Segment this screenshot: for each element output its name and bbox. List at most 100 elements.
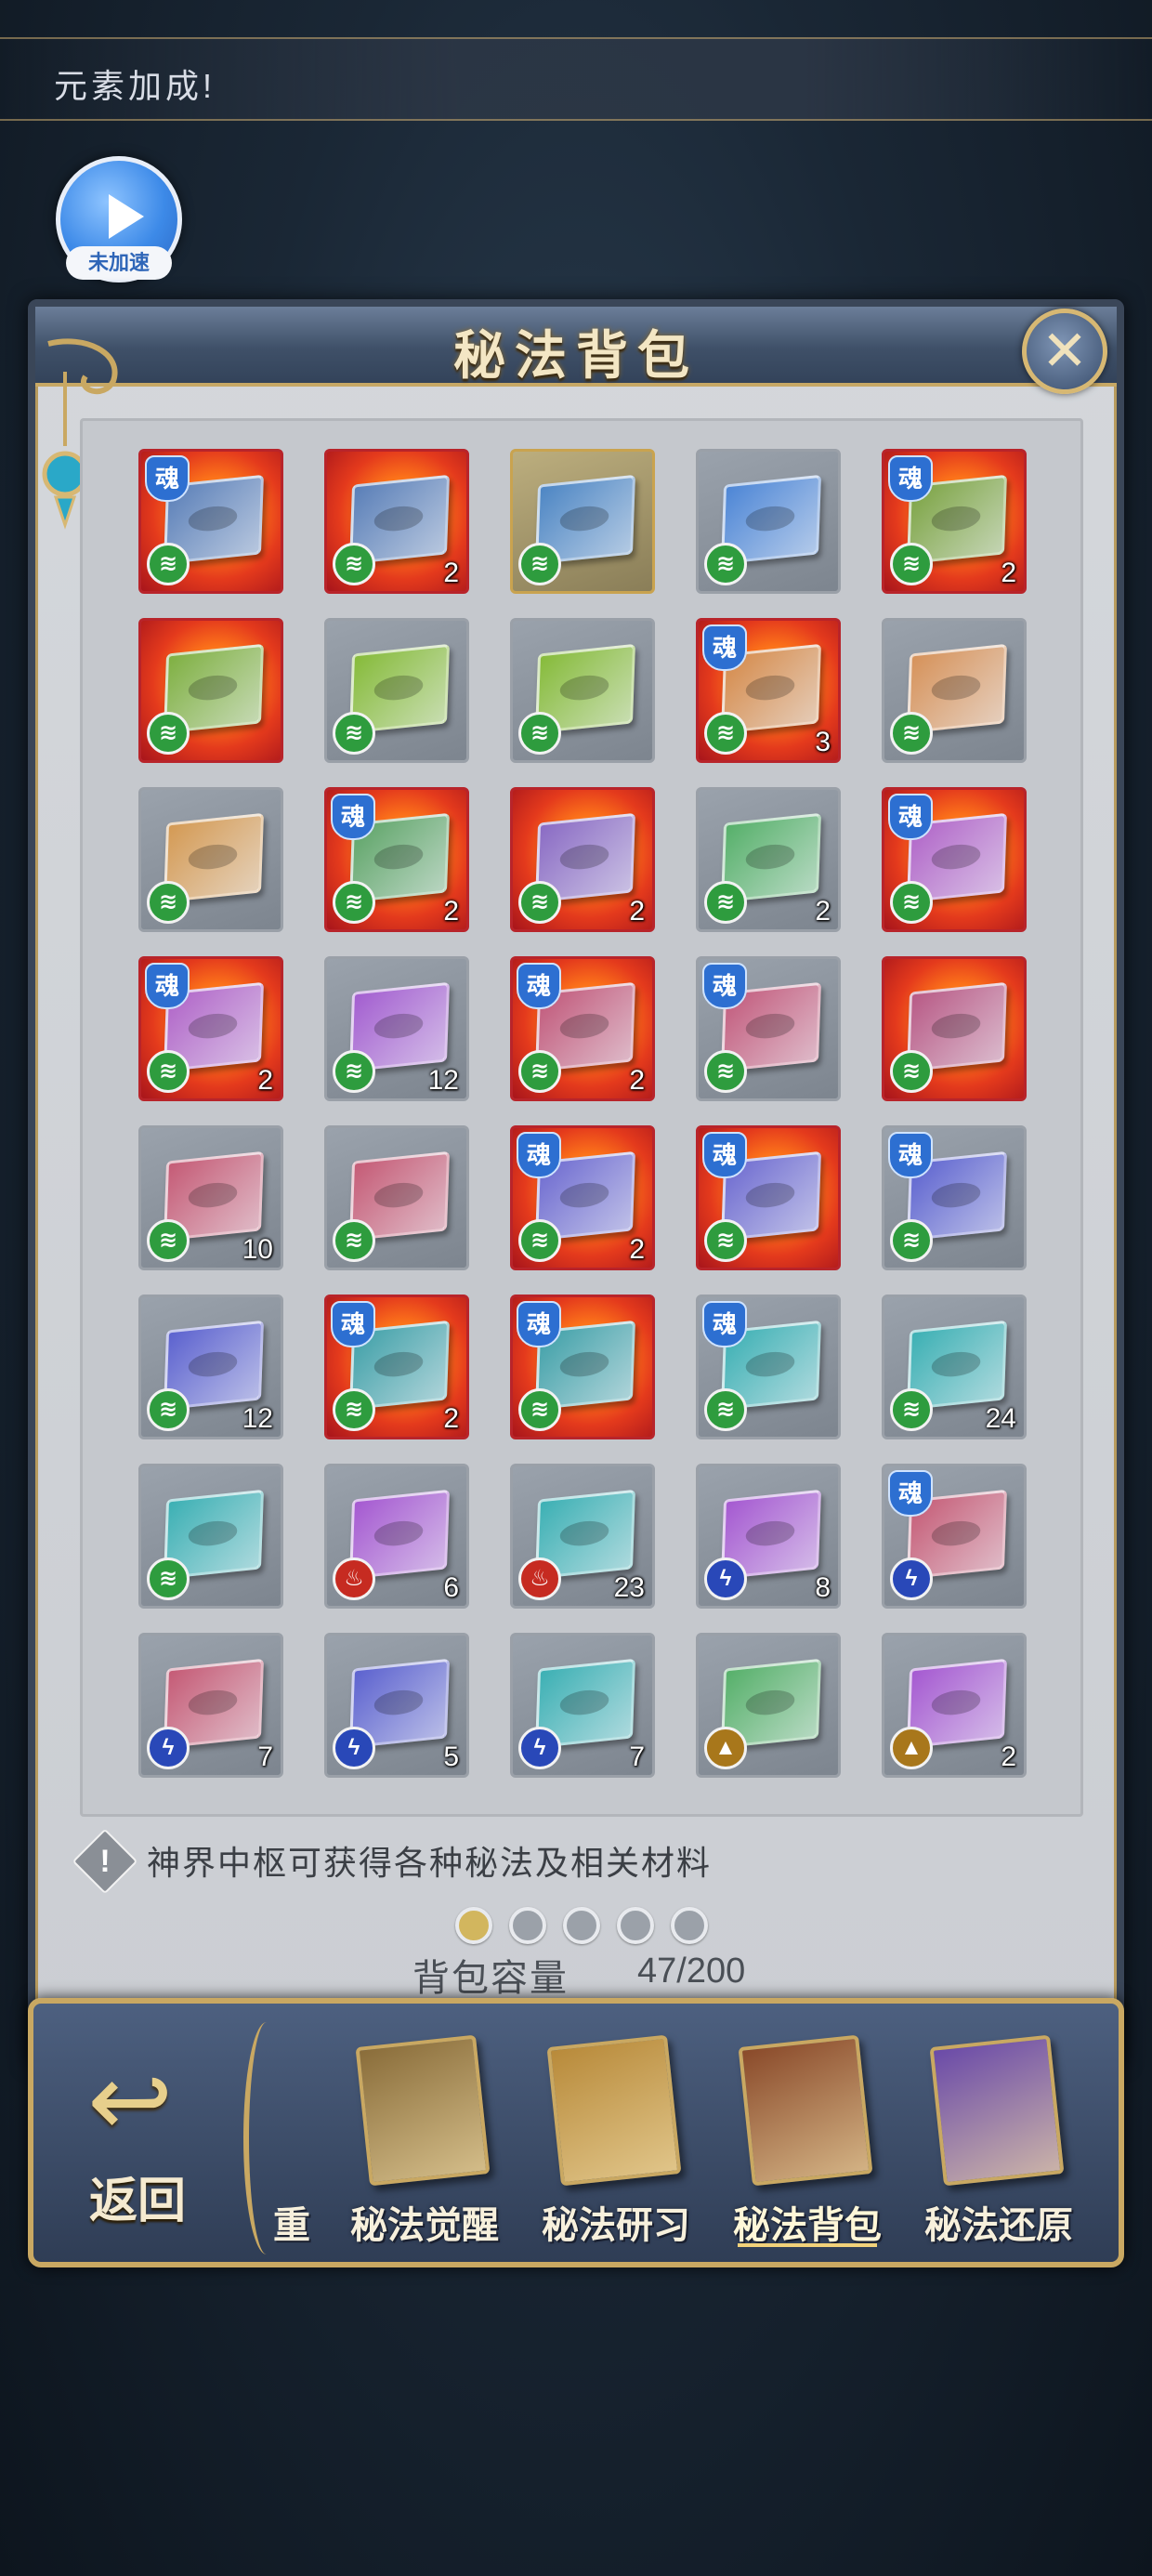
inventory-slot[interactable]: ≋ bbox=[138, 1464, 283, 1609]
inventory-slot[interactable]: ≋ 24 bbox=[882, 1295, 1027, 1439]
inventory-slot[interactable]: ≋ 12 bbox=[324, 956, 469, 1101]
element-wind-icon: ≋ bbox=[704, 543, 747, 585]
nav-item-partial-label[interactable]: 重 bbox=[273, 2195, 310, 2249]
item-count: 6 bbox=[443, 1572, 459, 1603]
element-earth-icon: ▲ bbox=[704, 1727, 747, 1769]
inventory-slot[interactable]: 魂 ≋ bbox=[696, 956, 841, 1101]
soul-badge-icon: 魂 bbox=[888, 1132, 933, 1178]
inventory-slot[interactable]: 魂 ≋ bbox=[510, 1295, 655, 1439]
element-earth-icon: ▲ bbox=[890, 1727, 933, 1769]
item-count: 8 bbox=[815, 1572, 831, 1603]
item-count: 12 bbox=[242, 1403, 273, 1434]
inventory-slot[interactable]: ≋ 10 bbox=[138, 1125, 283, 1270]
page-indicator-dot[interactable] bbox=[617, 1907, 654, 1944]
inventory-slot[interactable]: ≋ bbox=[696, 449, 841, 594]
soul-badge-icon: 魂 bbox=[888, 794, 933, 840]
nav-item-4[interactable]: 秘法还原 bbox=[901, 2031, 1096, 2254]
item-count: 5 bbox=[443, 1741, 459, 1772]
inventory-slot[interactable]: ≋ 12 bbox=[138, 1295, 283, 1439]
inventory-slot[interactable]: ≋ bbox=[882, 618, 1027, 763]
element-wind-icon: ≋ bbox=[518, 1219, 561, 1262]
soul-badge-icon: 魂 bbox=[517, 963, 561, 1009]
inventory-slot[interactable]: ♨ 6 bbox=[324, 1464, 469, 1609]
inventory-slot[interactable]: ϟ5 bbox=[324, 1633, 469, 1778]
capacity-label: 背包容量 bbox=[412, 1958, 569, 1999]
soul-badge-icon: 魂 bbox=[517, 1132, 561, 1178]
nav-item-label: 秘法研习 bbox=[542, 2203, 690, 2247]
panel-header: 秘法背包 ✕ bbox=[35, 307, 1117, 394]
item-count: 3 bbox=[815, 727, 831, 757]
soul-badge-icon: 魂 bbox=[145, 455, 190, 502]
scroll-book-icon bbox=[355, 2034, 491, 2187]
element-wind-icon: ≋ bbox=[890, 1050, 933, 1093]
item-count: 7 bbox=[257, 1741, 273, 1772]
inventory-slot[interactable]: 魂 ≋ 2 bbox=[510, 956, 655, 1101]
item-count: 2 bbox=[443, 896, 459, 927]
inventory-slot[interactable]: 魂 ≋ 2 bbox=[324, 787, 469, 932]
inventory-slot[interactable]: ≋ bbox=[324, 618, 469, 763]
close-icon: ✕ bbox=[1041, 320, 1089, 382]
close-button[interactable]: ✕ bbox=[1022, 309, 1107, 394]
element-thunder-icon: ϟ bbox=[518, 1727, 561, 1769]
inventory-slot[interactable]: ≋ bbox=[510, 618, 655, 763]
element-wind-icon: ≋ bbox=[704, 712, 747, 755]
element-wind-icon: ≋ bbox=[704, 1388, 747, 1431]
item-count: 2 bbox=[1001, 1741, 1016, 1772]
nav-item-2[interactable]: 秘法研习 bbox=[518, 2031, 713, 2254]
element-wind-icon: ≋ bbox=[704, 881, 747, 924]
element-wind-icon: ≋ bbox=[518, 1050, 561, 1093]
inventory-slot[interactable]: 魂 ≋ 2 bbox=[324, 1295, 469, 1439]
inventory-slot[interactable]: ≋ bbox=[882, 956, 1027, 1101]
page-indicator-dot[interactable] bbox=[455, 1907, 492, 1944]
item-count: 2 bbox=[815, 896, 831, 927]
inventory-slot[interactable]: ≋ bbox=[324, 1125, 469, 1270]
nav-item-1[interactable]: 秘法觉醒 bbox=[327, 2031, 522, 2254]
inventory-slot[interactable]: ≋ 2 bbox=[324, 449, 469, 594]
soul-badge-icon: 魂 bbox=[702, 963, 747, 1009]
element-thunder-icon: ϟ bbox=[890, 1557, 933, 1600]
inventory-slot[interactable]: 魂 ≋ bbox=[882, 1125, 1027, 1270]
nav-item-label: 秘法还原 bbox=[924, 2203, 1073, 2247]
element-wind-icon: ≋ bbox=[147, 712, 190, 755]
speed-toggle-button[interactable]: 未加速 bbox=[56, 156, 182, 283]
inventory-slot[interactable]: 魂 ≋ bbox=[138, 449, 283, 594]
element-wind-icon: ≋ bbox=[147, 1219, 190, 1262]
page-indicator-dot[interactable] bbox=[563, 1907, 600, 1944]
soul-badge-icon: 魂 bbox=[331, 794, 375, 840]
item-count: 2 bbox=[257, 1065, 273, 1096]
inventory-slot[interactable]: 魂 ≋ 2 bbox=[138, 956, 283, 1101]
inventory-slot[interactable]: 魂 ≋ bbox=[696, 1125, 841, 1270]
inventory-slot[interactable]: ▲ 2 bbox=[882, 1633, 1027, 1778]
inventory-slot[interactable]: ≋ 2 bbox=[696, 787, 841, 932]
inventory-slot[interactable]: ≋ 2 bbox=[510, 787, 655, 932]
inventory-slot[interactable]: 魂 ≋ bbox=[696, 1295, 841, 1439]
element-wind-icon: ≋ bbox=[147, 1557, 190, 1600]
back-button[interactable]: ↩ 返回 bbox=[61, 2041, 247, 2236]
element-wind-icon: ≋ bbox=[518, 543, 561, 585]
item-count: 2 bbox=[1001, 558, 1016, 588]
inventory-slot[interactable]: 魂 ≋ 2 bbox=[882, 449, 1027, 594]
inventory-slot[interactable]: ♨ 23 bbox=[510, 1464, 655, 1609]
element-wind-icon: ≋ bbox=[704, 1050, 747, 1093]
inventory-slot[interactable]: ϟ8 bbox=[696, 1464, 841, 1609]
inventory-slot[interactable]: ≋ bbox=[510, 449, 655, 594]
element-fireel-icon: ♨ bbox=[518, 1557, 561, 1600]
page-indicator-dot[interactable] bbox=[671, 1907, 708, 1944]
nav-item-3[interactable]: 秘法背包 bbox=[710, 2031, 905, 2254]
element-wind-icon: ≋ bbox=[333, 543, 375, 585]
item-count: 24 bbox=[985, 1403, 1016, 1434]
inventory-slot[interactable]: ϟ7 bbox=[138, 1633, 283, 1778]
inventory-slot[interactable]: ≋ bbox=[138, 787, 283, 932]
element-wind-icon: ≋ bbox=[890, 543, 933, 585]
inventory-slot[interactable]: 魂 ≋ 2 bbox=[510, 1125, 655, 1270]
bottom-navigation: ↩ 返回 重 秘法觉醒 秘法研习 秘法背包 秘法还原 bbox=[28, 1998, 1124, 2267]
page-indicator-dot[interactable] bbox=[509, 1907, 546, 1944]
inventory-slot[interactable]: 魂 ≋ 3 bbox=[696, 618, 841, 763]
inventory-slot[interactable]: 魂 ≋ bbox=[882, 787, 1027, 932]
inventory-slot[interactable]: 魂ϟ bbox=[882, 1464, 1027, 1609]
inventory-slot[interactable]: ▲ bbox=[696, 1633, 841, 1778]
inventory-slot[interactable]: ϟ7 bbox=[510, 1633, 655, 1778]
item-count: 12 bbox=[427, 1065, 459, 1096]
inventory-slot[interactable]: ≋ bbox=[138, 618, 283, 763]
back-arrow-icon: ↩ bbox=[87, 2044, 174, 2158]
